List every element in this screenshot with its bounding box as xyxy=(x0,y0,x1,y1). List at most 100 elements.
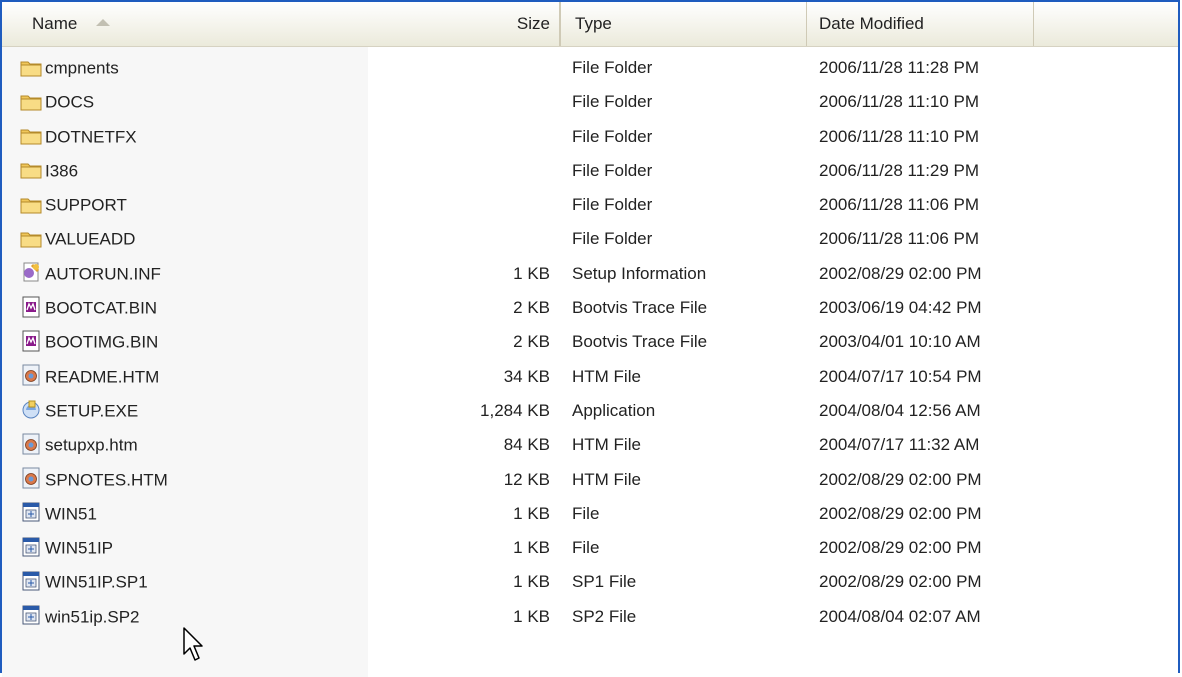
folder-icon xyxy=(20,124,42,146)
file-type: Bootvis Trace File xyxy=(572,298,708,318)
column-header-filler xyxy=(1034,2,1178,46)
column-header-bar: Name Type Date Modified Size xyxy=(2,2,1178,47)
file-size: 1 KB xyxy=(513,263,550,283)
htm-file-icon xyxy=(20,467,42,489)
file-name-cell[interactable]: SETUP.EXE xyxy=(20,394,365,428)
file-size: 84 KB xyxy=(503,435,550,455)
file-name-cell[interactable]: WIN51IP.SP1 xyxy=(20,565,365,599)
trace-file-icon xyxy=(20,296,42,318)
file-size: 1 KB xyxy=(513,606,550,626)
file-type: File Folder xyxy=(572,195,653,215)
file-row[interactable]: WIN51IP.SP1 1 KB SP1 File 2002/08/29 02:00 … xyxy=(2,565,1178,599)
file-type: File Folder xyxy=(572,92,653,112)
column-header-type-label: Type xyxy=(575,14,612,33)
file-name: WIN51IP xyxy=(45,538,114,558)
file-type: SP2 File xyxy=(572,606,637,626)
file-date-modified: 2002/08/29 02:00 PM xyxy=(819,572,982,592)
file-list: cmpnents File Folder 2006/11/28 11:28 PM DO… xyxy=(2,51,1178,634)
file-size: 34 KB xyxy=(503,366,550,386)
folder-icon xyxy=(20,193,42,215)
file-name-cell[interactable]: DOTNETFX xyxy=(20,120,365,154)
file-name-cell[interactable]: SPNOTES.HTM xyxy=(20,463,365,497)
generic-file-icon xyxy=(20,570,42,592)
setup-exe-icon xyxy=(20,398,42,420)
column-header-size-label: Size xyxy=(516,14,550,33)
folder-icon xyxy=(20,90,42,112)
file-row[interactable]: SETUP.EXE 1,284 KB Application 2004/08/04 1… xyxy=(2,394,1178,428)
file-name-cell[interactable]: I386 xyxy=(20,154,365,188)
file-row[interactable]: setupxp.htm 84 KB HTM File 2004/07/17 11:32… xyxy=(2,428,1178,462)
file-name: SETUP.EXE xyxy=(45,401,139,421)
file-row[interactable]: I386 File Folder 2006/11/28 11:29 PM xyxy=(2,154,1178,188)
file-size xyxy=(372,120,550,154)
file-name-cell[interactable]: setupxp.htm xyxy=(20,428,365,462)
file-row[interactable]: DOCS File Folder 2006/11/28 11:10 PM xyxy=(2,85,1178,119)
file-type: HTM File xyxy=(572,366,641,386)
file-date-modified: 2004/08/04 12:56 AM xyxy=(819,400,981,420)
file-row[interactable]: DOTNETFX File Folder 2006/11/28 11:10 PM xyxy=(2,120,1178,154)
column-header-size[interactable]: Size xyxy=(462,2,560,46)
file-name: I386 xyxy=(45,161,79,181)
htm-file-icon xyxy=(20,364,42,386)
file-date-modified: 2006/11/28 11:29 PM xyxy=(819,160,980,180)
generic-file-icon xyxy=(20,501,42,523)
column-header-type[interactable]: Type xyxy=(560,2,807,46)
file-row[interactable]: cmpnents File Folder 2006/11/28 11:28 PM xyxy=(2,51,1178,85)
file-name: win51ip.SP2 xyxy=(45,607,140,627)
htm-file-icon xyxy=(20,433,42,455)
file-row[interactable]: WIN51 1 KB File 2002/08/29 02:00 PM xyxy=(2,497,1178,531)
file-name: README.HTM xyxy=(45,367,160,387)
file-date-modified: 2004/07/17 11:32 AM xyxy=(819,435,980,455)
file-type: File xyxy=(572,503,600,523)
file-name-cell[interactable]: SUPPORT xyxy=(20,188,365,222)
file-name: BOOTIMG.BIN xyxy=(45,332,159,352)
mouse-cursor-icon xyxy=(183,627,203,661)
file-size: 1 KB xyxy=(513,538,550,558)
generic-file-icon xyxy=(20,536,42,558)
file-name: DOCS xyxy=(45,92,95,112)
trace-file-icon xyxy=(20,330,42,352)
column-header-date-modified[interactable]: Date Modified xyxy=(807,2,1034,46)
file-name: SUPPORT xyxy=(45,195,127,215)
folder-icon xyxy=(20,158,42,180)
file-row[interactable]: SUPPORT File Folder 2006/11/28 11:06 PM xyxy=(2,188,1178,222)
file-row[interactable]: BOOTIMG.BIN 2 KB Bootvis Trace File 2003/04… xyxy=(2,325,1178,359)
file-row[interactable]: SPNOTES.HTM 12 KB HTM File 2002/08/29 02:00… xyxy=(2,463,1178,497)
file-size xyxy=(372,222,550,256)
file-name-cell[interactable]: cmpnents xyxy=(20,51,365,85)
file-type: Application xyxy=(572,400,656,420)
file-size xyxy=(372,188,550,222)
file-type: File xyxy=(572,538,600,558)
file-name: AUTORUN.INF xyxy=(45,264,161,284)
file-row[interactable]: AUTORUN.INF 1 KB Setup Information 2002/08/… xyxy=(2,257,1178,291)
generic-file-icon xyxy=(20,604,42,626)
file-name-cell[interactable]: BOOTCAT.BIN xyxy=(20,291,365,325)
file-name-cell[interactable]: BOOTIMG.BIN xyxy=(20,325,365,359)
file-name-cell[interactable]: AUTORUN.INF xyxy=(20,257,365,291)
file-name: setupxp.htm xyxy=(45,435,138,455)
file-size: 2 KB xyxy=(513,298,550,318)
folder-icon xyxy=(20,227,42,249)
file-date-modified: 2003/06/19 04:42 PM xyxy=(819,298,982,318)
file-date-modified: 2002/08/29 02:00 PM xyxy=(819,538,982,558)
file-row[interactable]: win51ip.SP2 1 KB SP2 File 2004/08/04 02:07 … xyxy=(2,600,1178,634)
file-name: DOTNETFX xyxy=(45,127,137,147)
file-name-cell[interactable]: README.HTM xyxy=(20,360,365,394)
file-size: 2 KB xyxy=(513,332,550,352)
file-row[interactable]: VALUEADD File Folder 2006/11/28 11:06 PM xyxy=(2,222,1178,256)
file-name: WIN51 xyxy=(45,504,97,524)
file-name: cmpnents xyxy=(45,58,119,78)
file-row[interactable]: WIN51IP 1 KB File 2002/08/29 02:00 PM xyxy=(2,531,1178,565)
file-size: 12 KB xyxy=(503,469,550,489)
file-size xyxy=(372,51,550,85)
file-name: BOOTCAT.BIN xyxy=(45,298,158,318)
file-row[interactable]: README.HTM 34 KB HTM File 2004/07/17 10:54 … xyxy=(2,360,1178,394)
file-name: WIN51IP.SP1 xyxy=(45,572,148,592)
file-name-cell[interactable]: DOCS xyxy=(20,85,365,119)
file-date-modified: 2004/08/04 02:07 AM xyxy=(819,606,981,626)
file-type: HTM File xyxy=(572,469,641,489)
file-name-cell[interactable]: WIN51 xyxy=(20,497,365,531)
file-name-cell[interactable]: WIN51IP xyxy=(20,531,365,565)
file-row[interactable]: BOOTCAT.BIN 2 KB Bootvis Trace File 2003/06… xyxy=(2,291,1178,325)
file-name-cell[interactable]: VALUEADD xyxy=(20,222,365,256)
